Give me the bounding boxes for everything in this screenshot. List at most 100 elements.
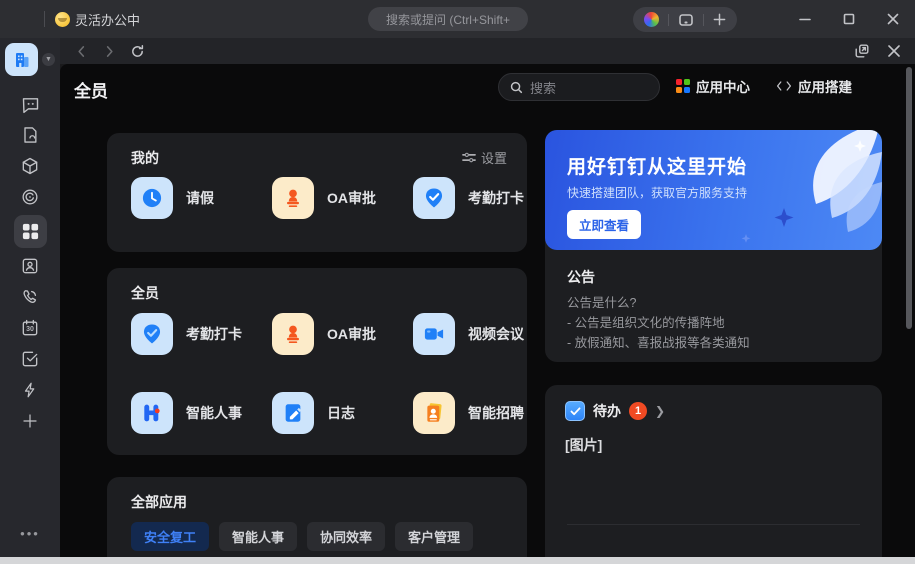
app-oa-approval[interactable]: OA审批 xyxy=(272,177,413,219)
forward-icon[interactable] xyxy=(102,44,117,59)
app-label: 视频会议 xyxy=(468,324,524,344)
clock-icon xyxy=(131,177,173,219)
desktop-edge-strip xyxy=(0,557,915,564)
chevron-down-icon[interactable]: ▼ xyxy=(42,53,55,66)
sidebar-item-add[interactable] xyxy=(13,408,47,434)
app-center-button[interactable]: 应用中心 xyxy=(676,76,750,96)
app-center-icon xyxy=(676,79,690,93)
todo-divider xyxy=(567,524,860,525)
tab-safe-return[interactable]: 安全复工 xyxy=(131,522,209,551)
resume-icon xyxy=(413,392,455,434)
user-status[interactable]: 灵活办公中 xyxy=(55,0,140,38)
app-build-label: 应用搭建 xyxy=(798,76,852,96)
all-apps-card: 全部应用 安全复工 智能人事 协同效率 客户管理 xyxy=(107,477,527,557)
title-bar: 灵活办公中 搜索或提问 (Ctrl+Shift+ xyxy=(0,0,915,38)
workbench-search-input[interactable]: 搜索 xyxy=(498,73,660,101)
ai-assistant-icon[interactable] xyxy=(644,12,659,27)
attendance-check-icon xyxy=(131,313,173,355)
app-label: OA审批 xyxy=(327,324,376,344)
window-controls xyxy=(783,0,915,38)
app-oa-approval[interactable]: OA审批 xyxy=(272,313,413,355)
app-journal[interactable]: 日志 xyxy=(272,392,413,434)
tab-customer-mgmt[interactable]: 客户管理 xyxy=(395,522,473,551)
sidebar-item-assistant[interactable] xyxy=(13,184,47,210)
app-label: 考勤打卡 xyxy=(186,324,242,344)
plus-icon xyxy=(21,412,39,430)
sidebar-item-flash[interactable] xyxy=(13,377,47,403)
journal-pencil-icon xyxy=(272,392,314,434)
status-text: 灵活办公中 xyxy=(75,10,140,29)
app-attendance[interactable]: 考勤打卡 xyxy=(413,177,554,219)
announcement-body: 公告是什么? - 公告是组织文化的传播阵地 - 放假通知、喜报战报等各类通知 xyxy=(567,293,750,353)
stamp-icon xyxy=(272,177,314,219)
screen-share-icon[interactable] xyxy=(678,12,694,28)
todo-checkbox-icon xyxy=(565,401,585,421)
todo-header[interactable]: 待办 1 ❯ xyxy=(565,401,665,421)
app-video-meeting[interactable]: 视频会议 xyxy=(413,313,554,355)
settings-label: 设置 xyxy=(481,148,507,167)
todo-item-preview[interactable]: [图片] xyxy=(565,435,602,455)
tab-collaboration[interactable]: 协同效率 xyxy=(307,522,385,551)
sidebar-item-apps-cube[interactable] xyxy=(13,153,47,179)
sidebar-item-messages[interactable] xyxy=(13,91,47,117)
app-label: 考勤打卡 xyxy=(468,188,524,208)
hr-letter-h-icon xyxy=(131,392,173,434)
nav-right-tools xyxy=(854,43,901,59)
tab-nav-bar xyxy=(60,38,915,64)
todo-card: 待办 1 ❯ [图片] xyxy=(545,385,882,557)
vertical-scrollbar[interactable] xyxy=(906,67,912,329)
org-avatar[interactable] xyxy=(5,43,38,76)
all-apps-tabs: 安全复工 智能人事 协同效率 客户管理 xyxy=(131,522,473,551)
announcement-title: 公告 xyxy=(567,267,595,287)
todo-check-icon xyxy=(20,349,40,369)
announcement-card: 用好钉钉从这里开始 快速搭建团队，获取官方服务支持 立即查看 公告 公告是什么?… xyxy=(545,130,882,362)
my-apps-row: 请假 OA审批 xyxy=(131,177,554,219)
minimize-button[interactable] xyxy=(783,0,827,38)
left-sidebar: ▼ xyxy=(0,38,60,557)
sidebar-item-workbench[interactable] xyxy=(14,215,47,248)
settings-button[interactable]: 设置 xyxy=(462,148,507,167)
app-smart-recruiting[interactable]: 智能招聘 xyxy=(413,392,554,434)
sidebar-item-docs[interactable] xyxy=(13,122,47,148)
video-camera-icon xyxy=(413,313,455,355)
search-icon xyxy=(510,81,523,94)
maximize-button[interactable] xyxy=(827,0,871,38)
phone-icon xyxy=(20,287,40,307)
close-button[interactable] xyxy=(871,0,915,38)
tab-smart-hr[interactable]: 智能人事 xyxy=(219,522,297,551)
back-icon[interactable] xyxy=(74,44,89,59)
todo-count-badge: 1 xyxy=(629,402,647,420)
chevron-right-icon[interactable]: ❯ xyxy=(655,404,665,418)
refresh-icon[interactable] xyxy=(130,44,145,59)
sidebar-nav: 30 xyxy=(13,91,47,434)
status-emoji-icon xyxy=(55,12,70,27)
sidebar-item-todo[interactable] xyxy=(13,346,47,372)
app-label: OA审批 xyxy=(327,188,376,208)
workspace-switcher[interactable]: ▼ xyxy=(2,43,58,76)
app-label: 日志 xyxy=(327,403,355,423)
app-window: 灵活办公中 搜索或提问 (Ctrl+Shift+ xyxy=(0,0,915,564)
sidebar-item-calendar[interactable]: 30 xyxy=(13,315,47,341)
app-label: 请假 xyxy=(186,188,214,208)
open-in-window-icon[interactable] xyxy=(854,43,870,59)
page-title: 全员 xyxy=(74,77,108,102)
code-brackets-icon xyxy=(776,79,792,93)
promo-banner[interactable]: 用好钉钉从这里开始 快速搭建团队，获取官方服务支持 立即查看 xyxy=(545,130,882,250)
app-smart-hr[interactable]: 智能人事 xyxy=(131,392,272,434)
sidebar-item-phone[interactable] xyxy=(13,284,47,310)
banner-subtitle: 快速搭建团队，获取官方服务支持 xyxy=(567,184,747,201)
sidebar-item-contacts[interactable] xyxy=(13,253,47,279)
new-tab-plus-icon[interactable] xyxy=(713,13,726,26)
app-leave[interactable]: 请假 xyxy=(131,177,272,219)
app-build-button[interactable]: 应用搭建 xyxy=(776,76,852,96)
announcement-line: 公告是什么? xyxy=(567,293,750,313)
global-search-input[interactable]: 搜索或提问 (Ctrl+Shift+ xyxy=(368,7,528,31)
app-label: 智能招聘 xyxy=(468,403,524,423)
sidebar-more-button[interactable]: ••• xyxy=(0,526,60,541)
app-attendance[interactable]: 考勤打卡 xyxy=(131,313,272,355)
compass-icon xyxy=(20,187,40,207)
banner-cta-button[interactable]: 立即查看 xyxy=(567,210,641,239)
document-icon xyxy=(20,125,40,145)
close-tab-icon[interactable] xyxy=(887,44,901,58)
chat-bubble-icon xyxy=(20,94,41,115)
